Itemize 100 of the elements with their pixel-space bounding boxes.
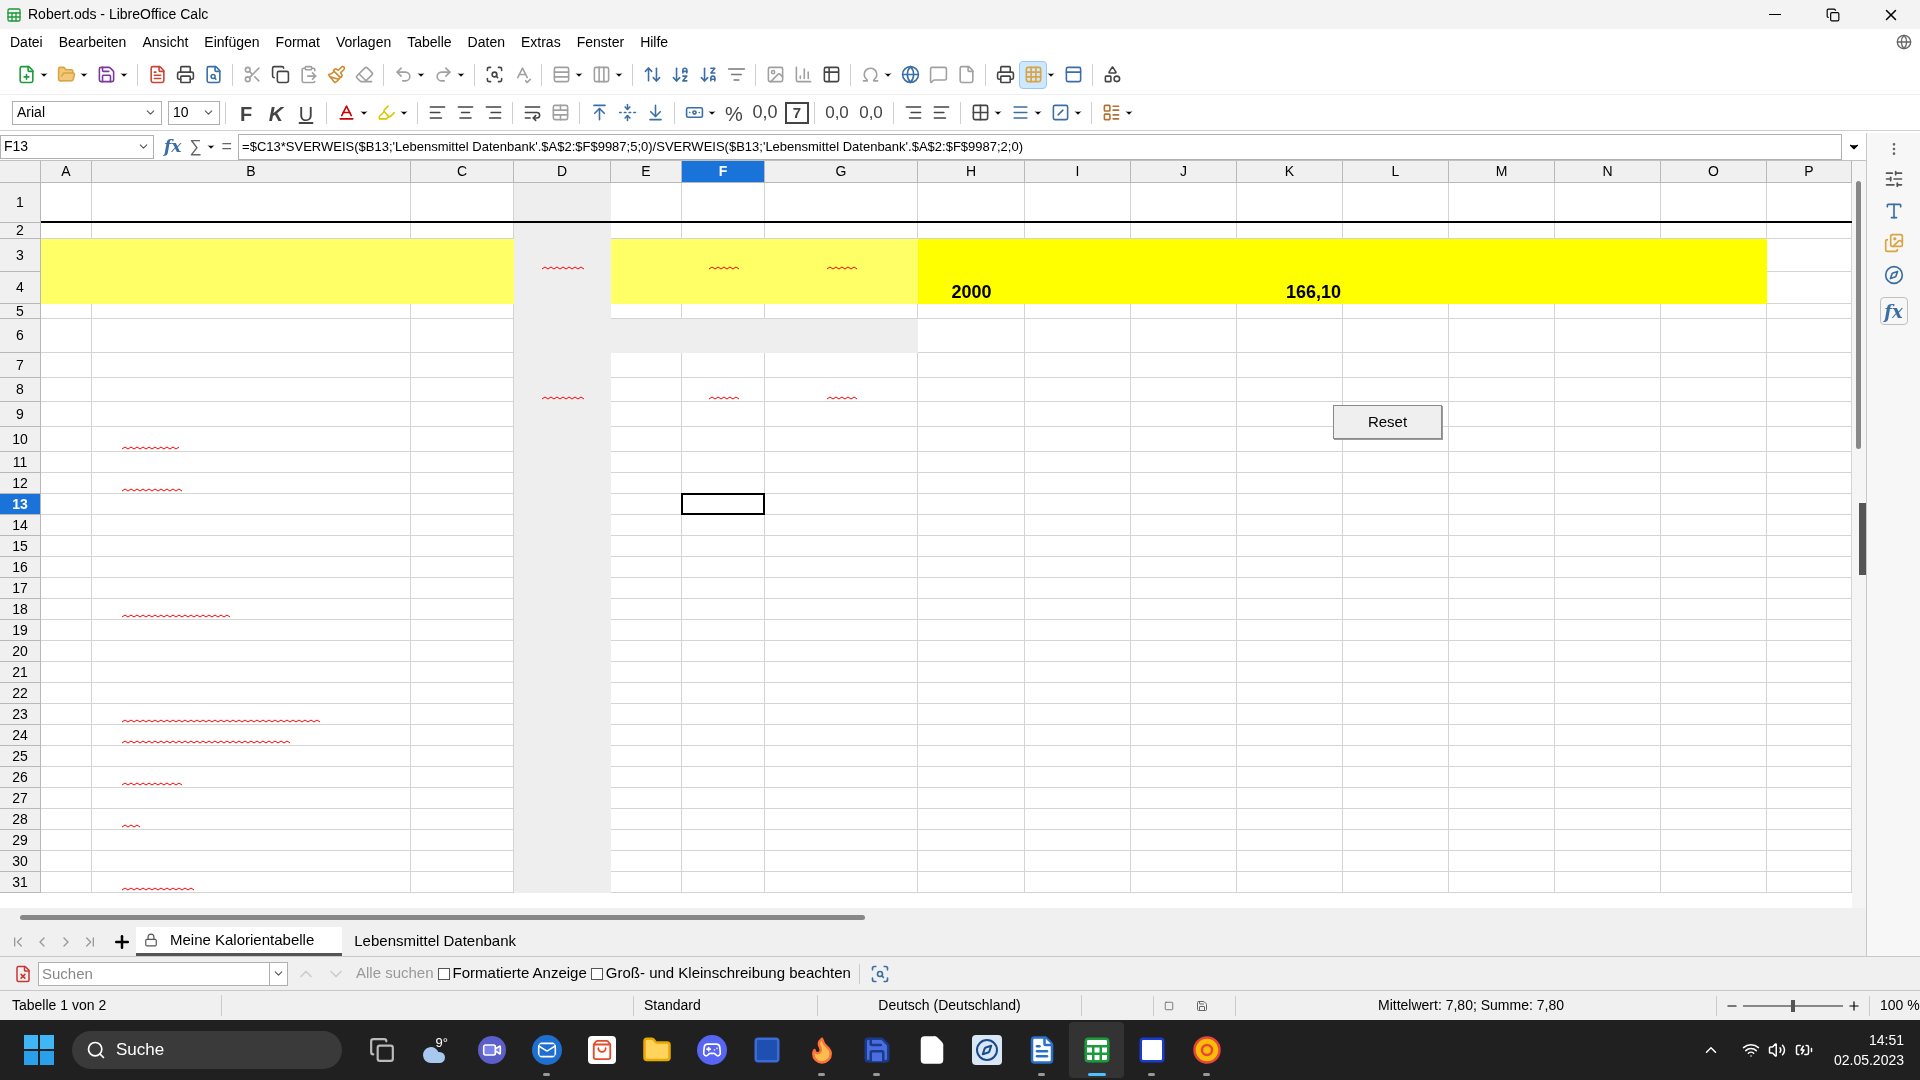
row-header[interactable]: 4 [0, 272, 41, 304]
properties-icon[interactable] [1883, 169, 1904, 189]
formula-input[interactable]: =$C13*SVERWEIS($B13;'Lebensmittel Datenbank'.$A$2:$F$9987;5;0)/SVERWEIS($B13;'Lebensmittel Datenbank'.$A$2:$F$9987;2;0) [238, 133, 1842, 160]
font-size-field[interactable]: 10 [168, 100, 220, 125]
row-header[interactable]: 6 [0, 319, 41, 353]
row-header[interactable]: 9 [0, 402, 41, 427]
row-header[interactable]: 8 [0, 378, 41, 402]
menu-item[interactable]: Daten [461, 31, 511, 53]
add-decimal-button[interactable]: 0,0 [820, 98, 854, 127]
zoom-slider[interactable] [1743, 998, 1843, 1013]
name-box[interactable]: F13 [0, 134, 154, 159]
row-header[interactable]: 31 [0, 872, 41, 893]
row-header[interactable]: 21 [0, 662, 41, 683]
scrollbar-thumb[interactable] [20, 915, 865, 920]
percent-button[interactable]: % [720, 98, 748, 127]
row-header[interactable]: 1 [0, 183, 41, 223]
column-header[interactable]: A [41, 161, 92, 183]
row-header[interactable]: 25 [0, 746, 41, 767]
delete-decimal-button[interactable]: 0,0 [854, 98, 888, 127]
menu-item[interactable]: Tabelle [401, 31, 458, 53]
globe-icon[interactable] [1896, 34, 1912, 50]
checkbox-label[interactable]: Formatierte Anzeige [452, 962, 587, 985]
menu-item[interactable]: Einfügen [198, 31, 266, 53]
checkbox[interactable] [437, 967, 450, 980]
navigator-icon[interactable] [1883, 265, 1904, 285]
italic-button[interactable]: K [261, 98, 291, 127]
sheet-tab[interactable]: Meine Kalorientabelle [136, 927, 343, 956]
row-header[interactable]: 14 [0, 515, 41, 536]
row-header[interactable]: 28 [0, 809, 41, 830]
row-header[interactable]: 7 [0, 353, 41, 378]
font-name-field[interactable]: Arial [12, 100, 162, 125]
windows-logo-icon[interactable] [24, 1035, 54, 1065]
row-header[interactable]: 18 [0, 599, 41, 620]
sidebar-handle[interactable] [1859, 503, 1866, 575]
menu-item[interactable]: Vorlagen [329, 31, 398, 53]
sum-button[interactable]: ∑ [189, 133, 202, 160]
row-header[interactable]: 19 [0, 620, 41, 641]
menu-item[interactable]: Datei [4, 31, 49, 53]
search-field[interactable]: Suchen [38, 961, 270, 986]
column-header[interactable]: D [514, 161, 611, 183]
wifi-icon[interactable] [1741, 1041, 1760, 1059]
menu-item[interactable]: Hilfe [634, 31, 675, 53]
underline-button[interactable]: U [291, 98, 321, 127]
clock[interactable]: 14:51 02.05.2023 [1833, 1030, 1904, 1070]
zoom-in-icon[interactable] [1847, 998, 1861, 1013]
volume-icon[interactable] [1767, 1041, 1786, 1059]
row-header[interactable]: 30 [0, 851, 41, 872]
row-header[interactable]: 12 [0, 473, 41, 494]
column-header[interactable]: H [918, 161, 1025, 183]
column-header[interactable]: N [1555, 161, 1661, 183]
row-header[interactable]: 17 [0, 578, 41, 599]
row-header[interactable]: 5 [0, 304, 41, 319]
column-header[interactable]: M [1449, 161, 1555, 183]
taskbar-search[interactable]: Suche [72, 1031, 342, 1069]
checkbox[interactable] [590, 967, 603, 980]
column-header[interactable]: P [1767, 161, 1852, 183]
column-header[interactable]: E [611, 161, 682, 183]
menu-item[interactable]: Extras [514, 31, 567, 53]
column-header[interactable]: F [682, 161, 765, 183]
checkbox-label[interactable]: Groß- und Kleinschreibung beachten [605, 962, 851, 985]
column-header[interactable]: K [1237, 161, 1343, 183]
menu-item[interactable]: Ansicht [136, 31, 195, 53]
row-header[interactable]: 11 [0, 452, 41, 473]
row-header[interactable]: 20 [0, 641, 41, 662]
menu-item[interactable]: Bearbeiten [52, 31, 133, 53]
row-header[interactable]: 29 [0, 830, 41, 851]
row-header[interactable]: 2 [0, 223, 41, 239]
function-wizard-button[interactable]: fx [164, 133, 182, 160]
column-header[interactable]: O [1661, 161, 1767, 183]
column-header[interactable]: B [92, 161, 411, 183]
column-header[interactable]: L [1343, 161, 1449, 183]
column-header[interactable]: I [1025, 161, 1131, 183]
number-format-button[interactable]: 0,0 [748, 98, 782, 127]
row-header[interactable]: 26 [0, 767, 41, 788]
row-header[interactable]: 3 [0, 239, 41, 272]
row-header[interactable]: 22 [0, 683, 41, 704]
row-header[interactable]: 23 [0, 704, 41, 725]
column-header[interactable]: G [765, 161, 918, 183]
row-header[interactable]: 27 [0, 788, 41, 809]
close-find-icon[interactable] [14, 964, 32, 983]
row-header[interactable]: 10 [0, 427, 41, 452]
date-format-button[interactable]: 7 [785, 101, 809, 124]
taskbar-button[interactable]: 9° [409, 1022, 464, 1078]
column-header[interactable]: C [411, 161, 514, 183]
menu-item[interactable]: Format [269, 31, 326, 53]
find-replace-icon[interactable] [869, 963, 890, 984]
bold-button[interactable]: F [231, 98, 261, 127]
formula-button[interactable]: = [221, 133, 233, 160]
row-header[interactable]: 16 [0, 557, 41, 578]
sheet-tab[interactable]: Lebensmittel Datenbank [346, 927, 545, 956]
row-header[interactable]: 15 [0, 536, 41, 557]
row-header[interactable]: 13 [0, 494, 41, 515]
dropdown-button[interactable] [270, 961, 288, 986]
functions-button[interactable]: fx [1879, 297, 1908, 325]
menu-item[interactable]: Fenster [570, 31, 631, 53]
taskbar-button[interactable] [1069, 1022, 1124, 1078]
column-header[interactable]: J [1131, 161, 1237, 183]
row-header[interactable]: 24 [0, 725, 41, 746]
reset-button[interactable]: Reset [1333, 405, 1442, 439]
scrollbar-thumb[interactable] [1856, 181, 1861, 449]
